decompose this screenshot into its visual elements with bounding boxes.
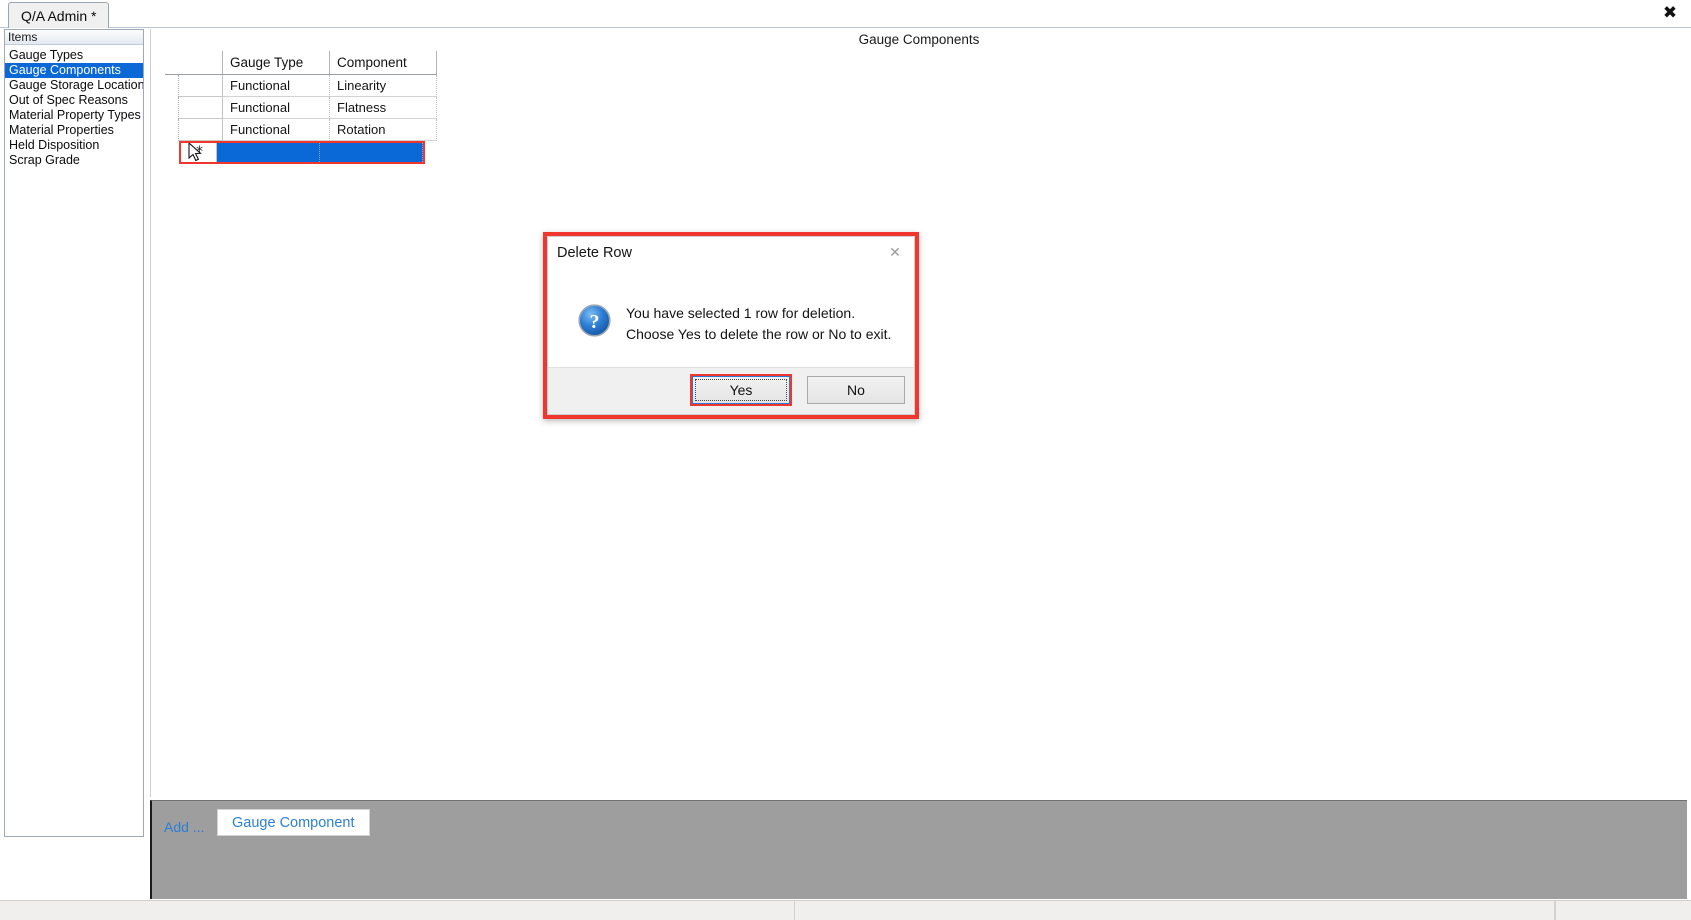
cell-gauge-type[interactable]: Functional: [223, 75, 330, 97]
row-selector[interactable]: [165, 97, 179, 119]
yes-button[interactable]: Yes: [690, 374, 792, 406]
items-list: Gauge Types Gauge Components Gauge Stora…: [5, 45, 143, 168]
cell-component[interactable]: Flatness: [330, 97, 437, 119]
row-selector[interactable]: [165, 119, 179, 141]
status-segment-middle: [795, 901, 1555, 920]
question-icon: ?: [578, 304, 611, 337]
new-row-handle[interactable]: *: [181, 143, 217, 162]
close-icon[interactable]: ✖: [1659, 2, 1681, 24]
sidebar-item-gauge-storage-locations[interactable]: Gauge Storage Locations: [5, 78, 143, 93]
grid-header-row: Gauge Type Component: [165, 51, 437, 75]
sidebar-item-held-disposition[interactable]: Held Disposition: [5, 138, 143, 153]
row-handle[interactable]: [179, 75, 223, 97]
cell-component[interactable]: Rotation: [330, 119, 437, 141]
cell-gauge-type[interactable]: Functional: [223, 119, 330, 141]
new-row-asterisk-icon: *: [196, 144, 203, 160]
new-row-cell-component[interactable]: [320, 143, 423, 162]
application-window: Q/A Admin * ✖ Items Gauge Types Gauge Co…: [0, 0, 1691, 920]
status-segment-right: [1555, 901, 1556, 920]
sidebar-item-scrap-grade[interactable]: Scrap Grade: [5, 153, 143, 168]
items-panel-header: Items: [5, 30, 143, 45]
sidebar-item-gauge-types[interactable]: Gauge Types: [5, 48, 143, 63]
row-handle[interactable]: [179, 97, 223, 119]
delete-row-dialog: Delete Row ✕ ? You have selected 1 row f…: [543, 232, 919, 419]
dialog-close-icon[interactable]: ✕: [882, 242, 908, 264]
add-gauge-component-button[interactable]: Gauge Component: [217, 809, 370, 836]
table-row[interactable]: Functional Flatness: [165, 97, 437, 119]
grid-header-selector: [165, 51, 179, 74]
cell-gauge-type[interactable]: Functional: [223, 97, 330, 119]
no-button[interactable]: No: [807, 376, 905, 404]
dialog-title: Delete Row: [557, 245, 632, 261]
grid-new-row[interactable]: *: [179, 141, 425, 164]
dialog-footer: Yes No: [548, 367, 914, 414]
sidebar-item-gauge-components[interactable]: Gauge Components: [5, 63, 143, 78]
svg-text:?: ?: [590, 311, 600, 333]
cell-component[interactable]: Linearity: [330, 75, 437, 97]
page-title: Gauge Components: [858, 32, 980, 47]
dialog-inner: Delete Row ✕ ? You have selected 1 row f…: [547, 236, 915, 415]
table-row[interactable]: Functional Linearity: [165, 75, 437, 97]
dialog-message-line-2: Choose Yes to delete the row or No to ex…: [626, 326, 892, 342]
status-segment-left: [0, 901, 795, 920]
grid-header-rowhandle: [179, 51, 223, 74]
new-row-cell-gauge-type[interactable]: [217, 143, 320, 162]
dialog-message: You have selected 1 row for deletion. Ch…: [626, 303, 891, 345]
column-header-gauge-type[interactable]: Gauge Type: [223, 51, 330, 74]
tab-strip: Q/A Admin * ✖: [0, 0, 1691, 28]
tab-qa-admin[interactable]: Q/A Admin *: [8, 2, 110, 28]
table-row[interactable]: Functional Rotation: [165, 119, 437, 141]
sidebar-item-material-property-types[interactable]: Material Property Types: [5, 108, 143, 123]
add-label[interactable]: Add ...: [164, 819, 204, 835]
items-panel: Items Gauge Types Gauge Components Gauge…: [4, 29, 144, 837]
row-selector[interactable]: [165, 75, 179, 97]
bottom-toolbar: Add ... Gauge Component: [150, 800, 1687, 899]
dialog-message-line-1: You have selected 1 row for deletion.: [626, 305, 856, 321]
sidebar-item-out-of-spec-reasons[interactable]: Out of Spec Reasons: [5, 93, 143, 108]
row-handle[interactable]: [179, 119, 223, 141]
dialog-body: ? You have selected 1 row for deletion. …: [548, 270, 914, 375]
yes-button-label: Yes: [729, 382, 753, 398]
column-header-component[interactable]: Component: [330, 51, 437, 74]
data-grid: Gauge Type Component Functional Linearit…: [165, 51, 437, 164]
status-bar: [0, 900, 1691, 920]
sidebar-item-material-properties[interactable]: Material Properties: [5, 123, 143, 138]
